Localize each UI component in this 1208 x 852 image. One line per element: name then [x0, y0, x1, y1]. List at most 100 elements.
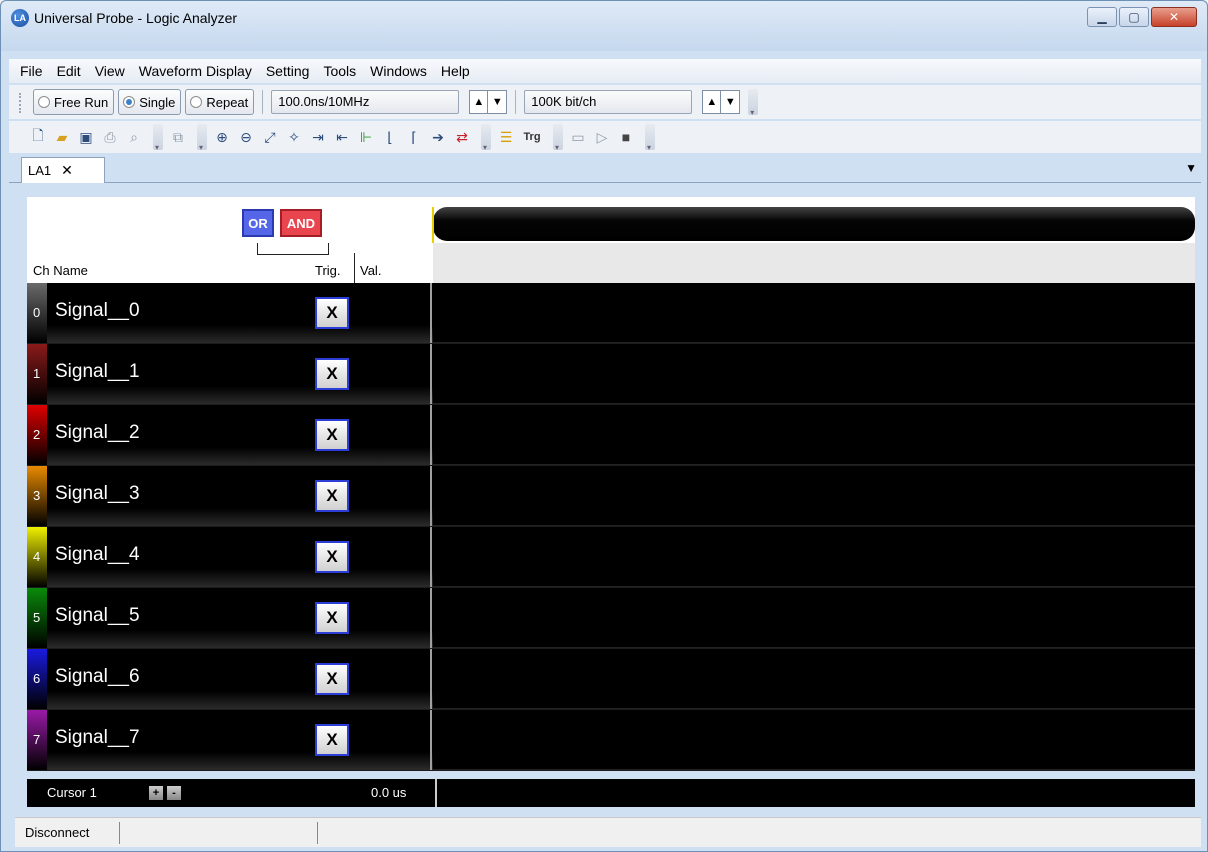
open-folder-icon[interactable]: ▰ [53, 128, 71, 146]
menu-file[interactable]: File [13, 63, 50, 79]
cursor-marker-icon[interactable]: ⊩ [357, 128, 375, 146]
toolbar-overflow-button[interactable] [645, 124, 655, 152]
radio-icon [190, 96, 203, 108]
trigger-condition-button[interactable]: X [315, 480, 349, 512]
save-icon[interactable]: ▣ [77, 128, 95, 146]
free-run-radio[interactable]: Free Run [33, 89, 115, 115]
channel-row[interactable]: 0 Signal__0 X [27, 283, 1195, 344]
waveform-overview[interactable] [433, 207, 1195, 241]
channel-name[interactable]: Signal__5 [55, 605, 140, 627]
or-trigger-button[interactable]: OR [242, 209, 274, 237]
timebase-spinner[interactable]: ▲ ▼ [469, 90, 508, 114]
close-tab-icon[interactable]: ✕ [61, 162, 73, 179]
menu-help[interactable]: Help [434, 63, 477, 79]
channel-row[interactable]: 2 Signal__2 X [27, 405, 1195, 466]
jump-right-icon[interactable]: ⇥ [309, 128, 327, 146]
trigger-condition-button[interactable]: X [315, 541, 349, 573]
channel-row[interactable]: 6 Signal__6 X [27, 649, 1195, 710]
trigger-settings-icon[interactable]: ☰ [497, 128, 515, 146]
channel-name[interactable]: Signal__4 [55, 544, 140, 566]
single-radio[interactable]: Single [118, 89, 182, 115]
zoom-select-icon[interactable]: ✧ [285, 128, 303, 146]
channel-name[interactable]: Signal__0 [55, 300, 140, 322]
status-separator [119, 822, 120, 844]
trigger-condition-button[interactable]: X [315, 724, 349, 756]
waveform-area[interactable] [433, 283, 1195, 343]
toolbar-overflow-button[interactable] [153, 124, 163, 152]
swap-icon[interactable]: ⇄ [453, 128, 471, 146]
print-preview-icon[interactable]: ⌕ [125, 128, 143, 146]
depth-spinner[interactable]: ▲ ▼ [702, 90, 741, 114]
stop-icon[interactable]: ■ [617, 128, 635, 146]
channel-name[interactable]: Signal__2 [55, 422, 140, 444]
toolbar-overflow-button[interactable] [481, 124, 491, 152]
toolbar-overflow-button[interactable] [553, 124, 563, 152]
maximize-button[interactable]: ▢ [1119, 7, 1149, 27]
channel-row[interactable]: 4 Signal__4 X [27, 527, 1195, 588]
zoom-in-icon[interactable]: ⊕ [213, 128, 231, 146]
increase-icon[interactable]: ▲ [703, 91, 722, 113]
minimize-button[interactable]: ▁ [1087, 7, 1117, 27]
trigger-icon[interactable]: Trg [521, 128, 543, 146]
close-button[interactable]: ✕ [1151, 7, 1197, 27]
tab-list-menu-icon[interactable]: ▼ [1185, 161, 1197, 175]
new-file-icon[interactable]: 🗋 [29, 127, 47, 146]
waveform-area[interactable] [433, 649, 1195, 709]
increase-icon[interactable]: ▲ [470, 91, 489, 113]
panel-splitter [430, 588, 432, 648]
trigger-condition-button[interactable]: X [315, 419, 349, 451]
waveform-area[interactable] [433, 588, 1195, 648]
menu-waveform-display[interactable]: Waveform Display [132, 63, 259, 79]
toolbar-overflow-button[interactable] [748, 89, 759, 117]
copy-icon[interactable]: ⧉ [169, 128, 187, 146]
waveform-area[interactable] [433, 405, 1195, 465]
trigger-condition-button[interactable]: X [315, 297, 349, 329]
panel-splitter [435, 779, 437, 807]
cursor-add-button[interactable]: + [149, 786, 163, 800]
time-ruler[interactable] [433, 243, 1195, 283]
trigger-condition-button[interactable]: X [315, 358, 349, 390]
toolbar-grip[interactable] [19, 93, 23, 113]
menu-view[interactable]: View [88, 63, 132, 79]
channel-name[interactable]: Signal__7 [55, 727, 140, 749]
channel-row[interactable]: 7 Signal__7 X [27, 710, 1195, 771]
falling-edge-icon[interactable]: ⌈ [405, 128, 423, 146]
channel-row[interactable]: 5 Signal__5 X [27, 588, 1195, 649]
and-trigger-button[interactable]: AND [280, 209, 322, 237]
repeat-radio[interactable]: Repeat [185, 89, 255, 115]
print-icon[interactable]: ⎙ [101, 128, 119, 146]
rising-edge-icon[interactable]: ⌊ [381, 128, 399, 146]
channel-name[interactable]: Signal__3 [55, 483, 140, 505]
waveform-area[interactable] [433, 466, 1195, 526]
device-icon[interactable]: ▭ [569, 128, 587, 146]
cursor-remove-button[interactable]: - [167, 786, 181, 800]
decrease-icon[interactable]: ▼ [488, 91, 506, 113]
depth-select[interactable]: 100K bit/ch [524, 90, 693, 114]
menu-edit[interactable]: Edit [50, 63, 88, 79]
toolbar-overflow-button[interactable] [197, 124, 207, 152]
waveform-area[interactable] [433, 710, 1195, 770]
menu-tools[interactable]: Tools [316, 63, 363, 79]
column-divider[interactable] [354, 253, 355, 283]
timebase-select[interactable]: 100.0ns/10MHz [271, 90, 460, 114]
waveform-area[interactable] [433, 344, 1195, 404]
menu-setting[interactable]: Setting [259, 63, 317, 79]
channel-name[interactable]: Signal__6 [55, 666, 140, 688]
goto-trigger-icon[interactable]: ➔ [429, 128, 447, 146]
channel-row[interactable]: 3 Signal__3 X [27, 466, 1195, 527]
decrease-icon[interactable]: ▼ [721, 91, 739, 113]
channel-name[interactable]: Signal__1 [55, 361, 140, 383]
jump-left-icon[interactable]: ⇤ [333, 128, 351, 146]
zoom-out-icon[interactable]: ⊖ [237, 128, 255, 146]
run-icon[interactable]: ▷ [593, 128, 611, 146]
zoom-fit-icon[interactable]: ⤢ [261, 128, 279, 146]
trigger-condition-button[interactable]: X [315, 602, 349, 634]
waveform-area[interactable] [433, 527, 1195, 587]
status-separator [317, 822, 318, 844]
menu-windows[interactable]: Windows [363, 63, 434, 79]
title-bar[interactable]: LA Universal Probe - Logic Analyzer ▁ ▢ … [1, 1, 1207, 51]
trigger-condition-button[interactable]: X [315, 663, 349, 695]
tab-la1[interactable]: LA1 ✕ [21, 157, 105, 183]
channel-row[interactable]: 1 Signal__1 X [27, 344, 1195, 405]
single-label: Single [139, 94, 176, 110]
